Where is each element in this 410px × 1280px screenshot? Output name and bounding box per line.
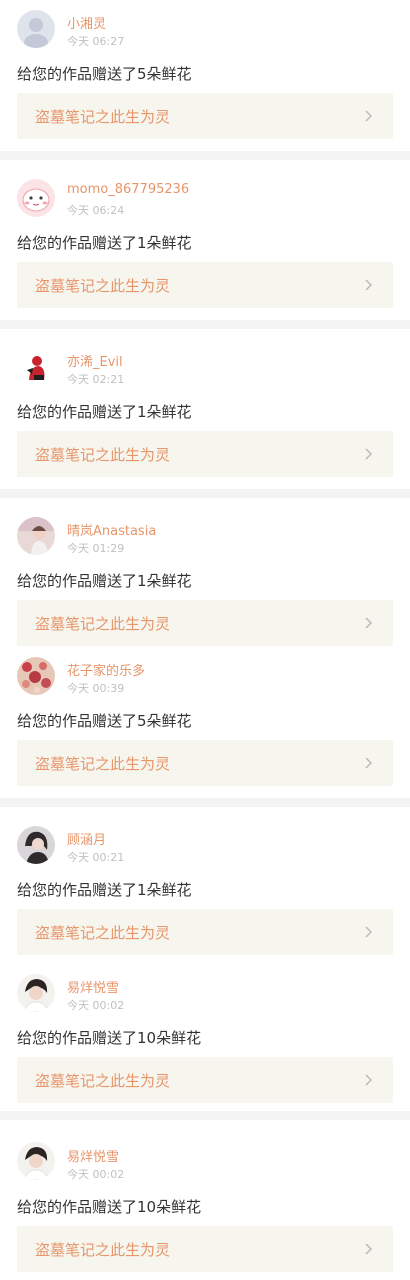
user-avatar[interactable] — [17, 826, 55, 864]
notification-card: 顾涵月 今天 00:21 给您的作品赠送了1朵鲜花 盗墓笔记之此生为灵 — [0, 807, 410, 965]
chevron-right-icon — [365, 110, 373, 122]
notification-card: 小湘灵 今天 06:27 给您的作品赠送了5朵鲜花 盗墓笔记之此生为灵 — [0, 0, 410, 151]
work-title: 盗墓笔记之此生为灵 — [35, 277, 171, 295]
timestamp: 今天 06:27 — [67, 35, 125, 48]
work-link-button[interactable]: 盗墓笔记之此生为灵 — [17, 1057, 393, 1103]
chevron-right-icon — [365, 1243, 373, 1255]
user-avatar[interactable] — [17, 974, 55, 1012]
chevron-right-icon — [365, 757, 373, 769]
gift-message: 给您的作品赠送了5朵鲜花 — [17, 712, 192, 730]
gift-message: 给您的作品赠送了10朵鲜花 — [17, 1198, 202, 1216]
work-title: 盗墓笔记之此生为灵 — [35, 1072, 171, 1090]
timestamp: 今天 01:29 — [67, 542, 125, 555]
portrait-avatar-icon — [17, 974, 55, 1012]
timestamp: 今天 00:02 — [67, 999, 125, 1012]
portrait-avatar-icon — [17, 826, 55, 864]
red-figure-avatar-icon — [17, 348, 55, 386]
username[interactable]: 小湘灵 — [67, 13, 106, 32]
username[interactable]: 亦浠_Evil — [67, 351, 123, 370]
timestamp: 今天 00:21 — [67, 851, 125, 864]
section-separator — [0, 1111, 410, 1120]
chevron-right-icon — [365, 1074, 373, 1086]
work-title: 盗墓笔记之此生为灵 — [35, 755, 171, 773]
username[interactable]: momo_867795236 — [67, 182, 189, 197]
chevron-right-icon — [365, 617, 373, 629]
work-link-button[interactable]: 盗墓笔记之此生为灵 — [17, 1226, 393, 1272]
user-avatar[interactable] — [17, 10, 55, 48]
timestamp: 今天 02:21 — [67, 373, 125, 386]
photo-avatar-icon — [17, 517, 55, 555]
username[interactable]: 顾涵月 — [67, 829, 106, 848]
notification-card: 易烊悦雪 今天 00:02 给您的作品赠送了10朵鲜花 盗墓笔记之此生为灵 — [0, 965, 410, 1111]
notification-card: 花子家的乐多 今天 00:39 给您的作品赠送了5朵鲜花 盗墓笔记之此生为灵 — [0, 648, 410, 798]
work-title: 盗墓笔记之此生为灵 — [35, 615, 171, 633]
work-title: 盗墓笔记之此生为灵 — [35, 1241, 171, 1259]
user-avatar[interactable] — [17, 1142, 55, 1180]
pink-cartoon-avatar-icon — [17, 179, 55, 217]
gift-message: 给您的作品赠送了1朵鲜花 — [17, 881, 192, 899]
notification-card: momo_867795236 今天 06:24 给您的作品赠送了1朵鲜花 盗墓笔… — [0, 160, 410, 320]
work-link-button[interactable]: 盗墓笔记之此生为灵 — [17, 93, 393, 139]
work-link-button[interactable]: 盗墓笔记之此生为灵 — [17, 262, 393, 308]
section-separator — [0, 798, 410, 807]
user-avatar[interactable] — [17, 348, 55, 386]
username[interactable]: 易烊悦雪 — [67, 1146, 119, 1165]
timestamp: 今天 00:02 — [67, 1168, 125, 1181]
username[interactable]: 易烊悦雪 — [67, 977, 119, 996]
work-link-button[interactable]: 盗墓笔记之此生为灵 — [17, 431, 393, 477]
work-title: 盗墓笔记之此生为灵 — [35, 446, 171, 464]
work-link-button[interactable]: 盗墓笔记之此生为灵 — [17, 600, 393, 646]
user-avatar[interactable] — [17, 517, 55, 555]
chevron-right-icon — [365, 448, 373, 460]
work-title: 盗墓笔记之此生为灵 — [35, 924, 171, 942]
username[interactable]: 花子家的乐多 — [67, 660, 145, 679]
section-separator — [0, 151, 410, 160]
work-link-button[interactable]: 盗墓笔记之此生为灵 — [17, 909, 393, 955]
floral-avatar-icon — [17, 657, 55, 695]
timestamp: 今天 00:39 — [67, 682, 125, 695]
user-avatar[interactable] — [17, 657, 55, 695]
gift-message: 给您的作品赠送了1朵鲜花 — [17, 403, 192, 421]
portrait-avatar-icon — [17, 1142, 55, 1180]
notification-card: 晴岚Anastasia 今天 01:29 给您的作品赠送了1朵鲜花 盗墓笔记之此… — [0, 498, 410, 648]
notification-card: 亦浠_Evil 今天 02:21 给您的作品赠送了1朵鲜花 盗墓笔记之此生为灵 — [0, 329, 410, 489]
gift-message: 给您的作品赠送了1朵鲜花 — [17, 234, 192, 252]
user-avatar[interactable] — [17, 179, 55, 217]
default-avatar-icon — [17, 10, 55, 48]
gift-message: 给您的作品赠送了1朵鲜花 — [17, 572, 192, 590]
gift-message: 给您的作品赠送了5朵鲜花 — [17, 65, 192, 83]
gift-notification-feed: 小湘灵 今天 06:27 给您的作品赠送了5朵鲜花 盗墓笔记之此生为灵 momo… — [0, 0, 410, 1280]
chevron-right-icon — [365, 926, 373, 938]
work-title: 盗墓笔记之此生为灵 — [35, 108, 171, 126]
work-link-button[interactable]: 盗墓笔记之此生为灵 — [17, 740, 393, 786]
section-separator — [0, 320, 410, 329]
section-separator — [0, 489, 410, 498]
gift-message: 给您的作品赠送了10朵鲜花 — [17, 1029, 202, 1047]
notification-card: 易烊悦雪 今天 00:02 给您的作品赠送了10朵鲜花 盗墓笔记之此生为灵 — [0, 1120, 410, 1280]
username[interactable]: 晴岚Anastasia — [67, 520, 156, 539]
timestamp: 今天 06:24 — [67, 204, 125, 217]
chevron-right-icon — [365, 279, 373, 291]
